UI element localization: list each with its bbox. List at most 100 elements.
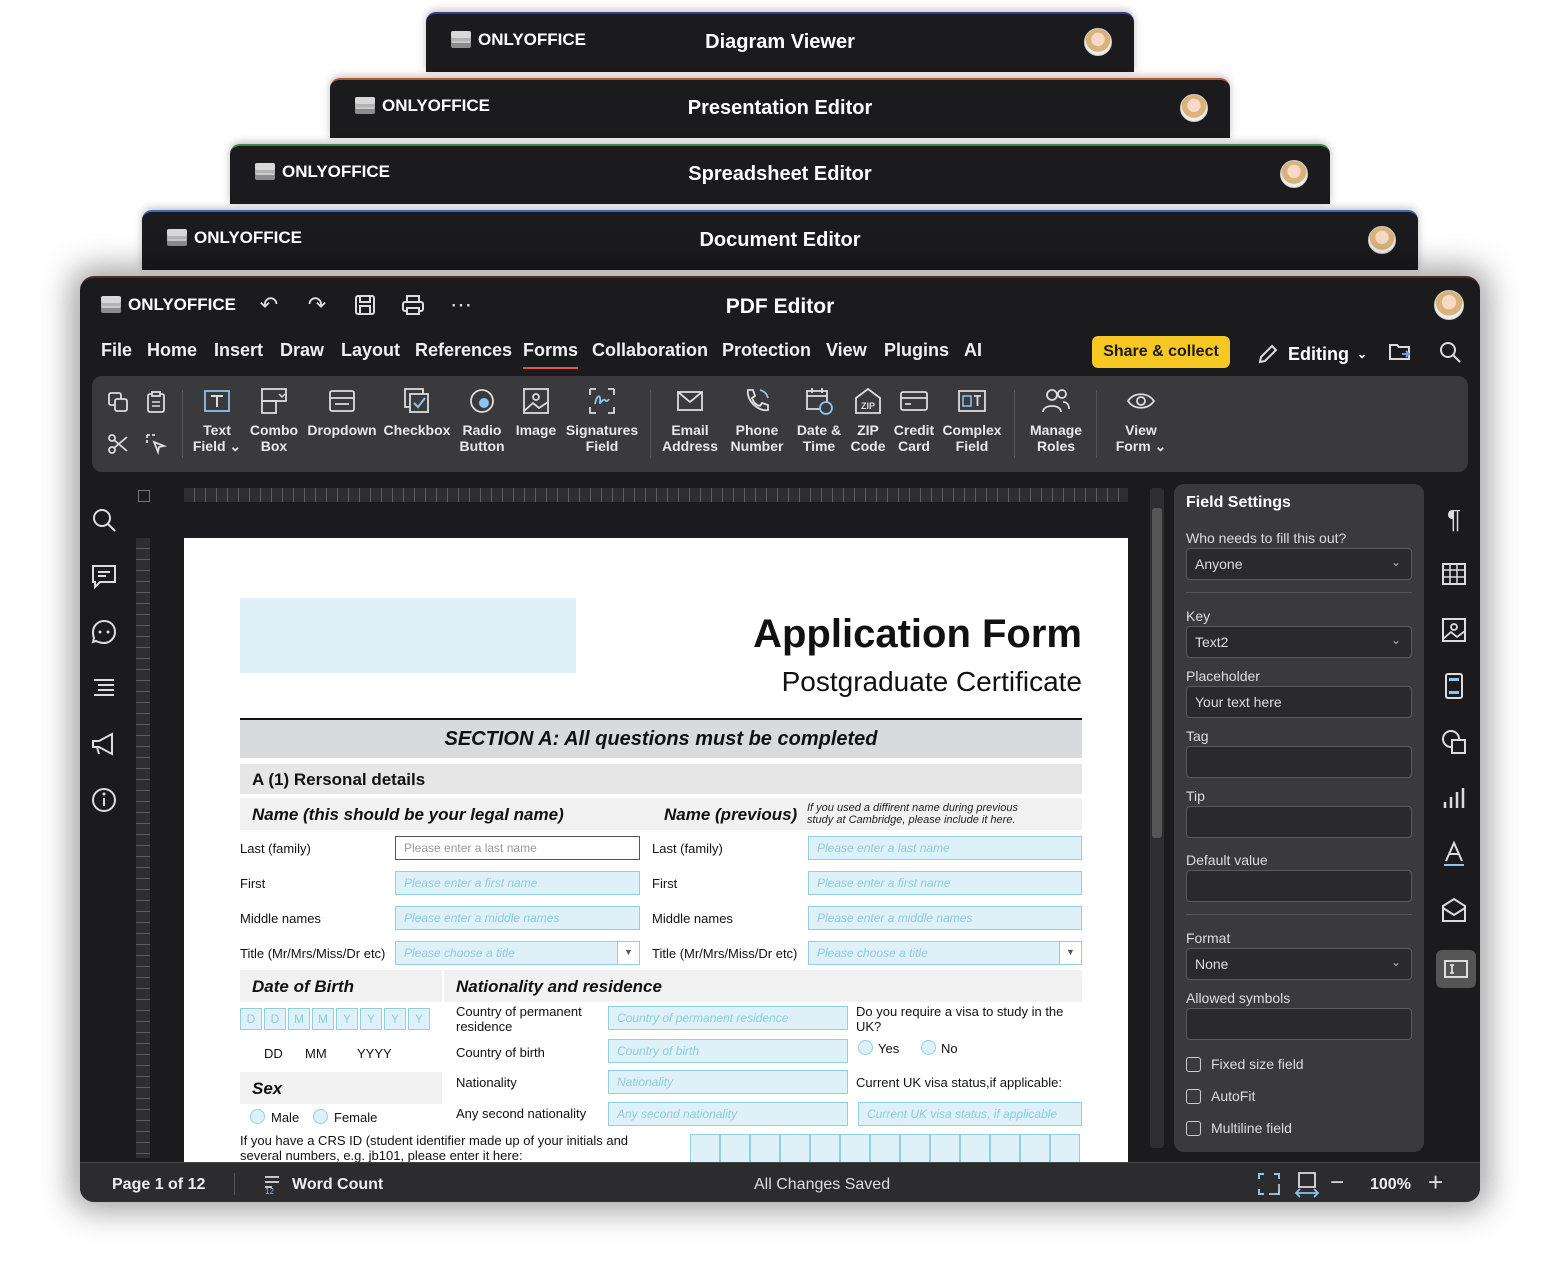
crs-cell[interactable] — [690, 1134, 720, 1164]
nationality-input[interactable]: Nationality — [608, 1070, 848, 1094]
menu-insert[interactable]: Insert — [214, 340, 263, 361]
male-radio[interactable] — [250, 1109, 265, 1124]
multiline-checkbox[interactable]: Multiline field — [1186, 1120, 1292, 1136]
visa-yes-radio[interactable] — [858, 1040, 873, 1055]
dob-cell[interactable]: D — [264, 1008, 286, 1030]
table-icon[interactable] — [1440, 560, 1468, 588]
fixed-size-checkbox[interactable]: Fixed size field — [1186, 1056, 1304, 1072]
prev-last-name-input[interactable]: Please enter a last name — [808, 836, 1082, 860]
horizontal-ruler[interactable] — [184, 488, 1128, 502]
paste-icon[interactable] — [144, 390, 168, 414]
text-field-button[interactable]: Text Field ⌄ — [192, 386, 242, 454]
document-page[interactable]: Application Form Postgraduate Certificat… — [184, 538, 1128, 1164]
select-icon[interactable] — [144, 432, 168, 456]
avatar[interactable] — [1180, 94, 1208, 122]
dob-cell[interactable]: M — [288, 1008, 310, 1030]
word-count-button[interactable]: Word Count — [292, 1176, 383, 1194]
vertical-ruler[interactable] — [136, 538, 150, 1158]
email-address-button[interactable]: Email Address — [658, 386, 722, 454]
logo-placeholder[interactable] — [240, 598, 576, 673]
paragraph-icon[interactable]: ¶ — [1440, 504, 1468, 534]
dropdown-arrow-icon[interactable]: ▼ — [1059, 942, 1081, 964]
dob-cell[interactable]: M — [312, 1008, 334, 1030]
crs-cell[interactable] — [900, 1134, 930, 1164]
checkbox-box[interactable] — [1186, 1056, 1201, 1072]
menu-view[interactable]: View — [826, 340, 867, 361]
default-value-input[interactable] — [1186, 870, 1412, 902]
first-name-input[interactable]: Please enter a first name — [395, 871, 640, 895]
phone-number-button[interactable]: Phone Number — [726, 386, 788, 454]
vertical-scrollbar[interactable] — [1150, 488, 1164, 1148]
navigation-icon[interactable] — [90, 674, 118, 702]
menu-plugins[interactable]: Plugins — [884, 340, 949, 361]
manage-roles-button[interactable]: Manage Roles — [1024, 386, 1088, 454]
crs-cell[interactable] — [840, 1134, 870, 1164]
combo-box-button[interactable]: Combo Box — [244, 386, 304, 454]
menu-protection[interactable]: Protection — [722, 340, 811, 361]
dob-cell[interactable]: Y — [360, 1008, 382, 1030]
search-icon[interactable] — [1438, 340, 1462, 364]
avatar[interactable] — [1280, 160, 1308, 188]
header-footer-icon[interactable] — [1440, 672, 1468, 700]
crs-cell[interactable] — [870, 1134, 900, 1164]
crs-cell[interactable] — [720, 1134, 750, 1164]
view-form-button[interactable]: View Form ⌄ — [1106, 386, 1176, 454]
format-select[interactable]: None ⌄ — [1186, 948, 1412, 980]
zoom-out-icon[interactable]: − — [1330, 1169, 1344, 1197]
prev-first-name-input[interactable]: Please enter a first name — [808, 871, 1082, 895]
chart-icon[interactable] — [1440, 784, 1468, 812]
avatar[interactable] — [1368, 226, 1396, 254]
menu-file[interactable]: File — [101, 340, 132, 361]
prev-middle-names-input[interactable]: Please enter a middle names — [808, 906, 1082, 930]
page-indicator[interactable]: Page 1 of 12 — [112, 1176, 205, 1194]
middle-names-input[interactable]: Please enter a middle names — [395, 906, 640, 930]
comments-icon[interactable] — [90, 562, 118, 590]
checkbox-box[interactable] — [1186, 1088, 1201, 1104]
image-settings-icon[interactable] — [1440, 616, 1468, 644]
crs-cell[interactable] — [1050, 1134, 1080, 1164]
shape-icon[interactable] — [1440, 728, 1468, 756]
window-diagram-viewer[interactable]: ONLYOFFICE Diagram Viewer — [426, 12, 1134, 72]
avatar[interactable] — [1084, 28, 1112, 56]
menu-forms[interactable]: Forms — [523, 340, 579, 369]
menu-collaboration[interactable]: Collaboration — [592, 340, 708, 361]
visa-status-input[interactable]: Current UK visa status, if applicable — [858, 1102, 1082, 1126]
window-spreadsheet-editor[interactable]: ONLYOFFICE Spreadsheet Editor — [230, 144, 1330, 204]
title-select[interactable]: Please choose a title ▼ — [395, 941, 640, 965]
date-time-button[interactable]: Date & Time — [792, 386, 846, 454]
crs-cell[interactable] — [960, 1134, 990, 1164]
info-icon[interactable] — [90, 786, 118, 814]
dob-cell[interactable]: D — [240, 1008, 262, 1030]
tip-input[interactable] — [1186, 806, 1412, 838]
text-art-icon[interactable] — [1440, 840, 1468, 868]
menu-draw[interactable]: Draw — [280, 340, 324, 361]
second-nationality-input[interactable]: Any second nationality — [608, 1102, 848, 1126]
female-radio[interactable] — [313, 1109, 328, 1124]
zoom-level[interactable]: 100% — [1370, 1176, 1411, 1194]
signatures-field-button[interactable]: Signatures Field — [564, 386, 640, 454]
mail-merge-icon[interactable] — [1440, 896, 1468, 924]
fit-width-icon[interactable] — [1292, 1169, 1322, 1199]
crs-cell[interactable] — [930, 1134, 960, 1164]
crs-cell[interactable] — [1020, 1134, 1050, 1164]
crs-cell[interactable] — [750, 1134, 780, 1164]
menu-layout[interactable]: Layout — [341, 340, 400, 361]
chat-icon[interactable] — [90, 618, 118, 646]
menu-references[interactable]: References — [415, 340, 512, 361]
prev-title-select[interactable]: Please choose a title ▼ — [808, 941, 1082, 965]
feedback-icon[interactable] — [90, 730, 118, 758]
checkbox-box[interactable] — [1186, 1120, 1201, 1136]
placeholder-input[interactable]: Your text here — [1186, 686, 1412, 718]
dob-cell[interactable]: Y — [384, 1008, 406, 1030]
autofit-checkbox[interactable]: AutoFit — [1186, 1088, 1255, 1104]
window-document-editor[interactable]: ONLYOFFICE Document Editor — [142, 210, 1418, 270]
image-button[interactable]: Image — [512, 386, 560, 438]
menu-ai[interactable]: AI — [964, 340, 982, 361]
country-birth-input[interactable]: Country of birth — [608, 1039, 848, 1063]
radio-button-button[interactable]: Radio Button — [456, 386, 508, 454]
checkbox-button[interactable]: Checkbox — [382, 386, 452, 438]
avatar[interactable] — [1434, 290, 1464, 320]
fit-page-icon[interactable] — [1256, 1171, 1282, 1197]
zip-code-button[interactable]: ZIP ZIP Code — [848, 386, 888, 454]
copy-icon[interactable] — [106, 390, 130, 414]
